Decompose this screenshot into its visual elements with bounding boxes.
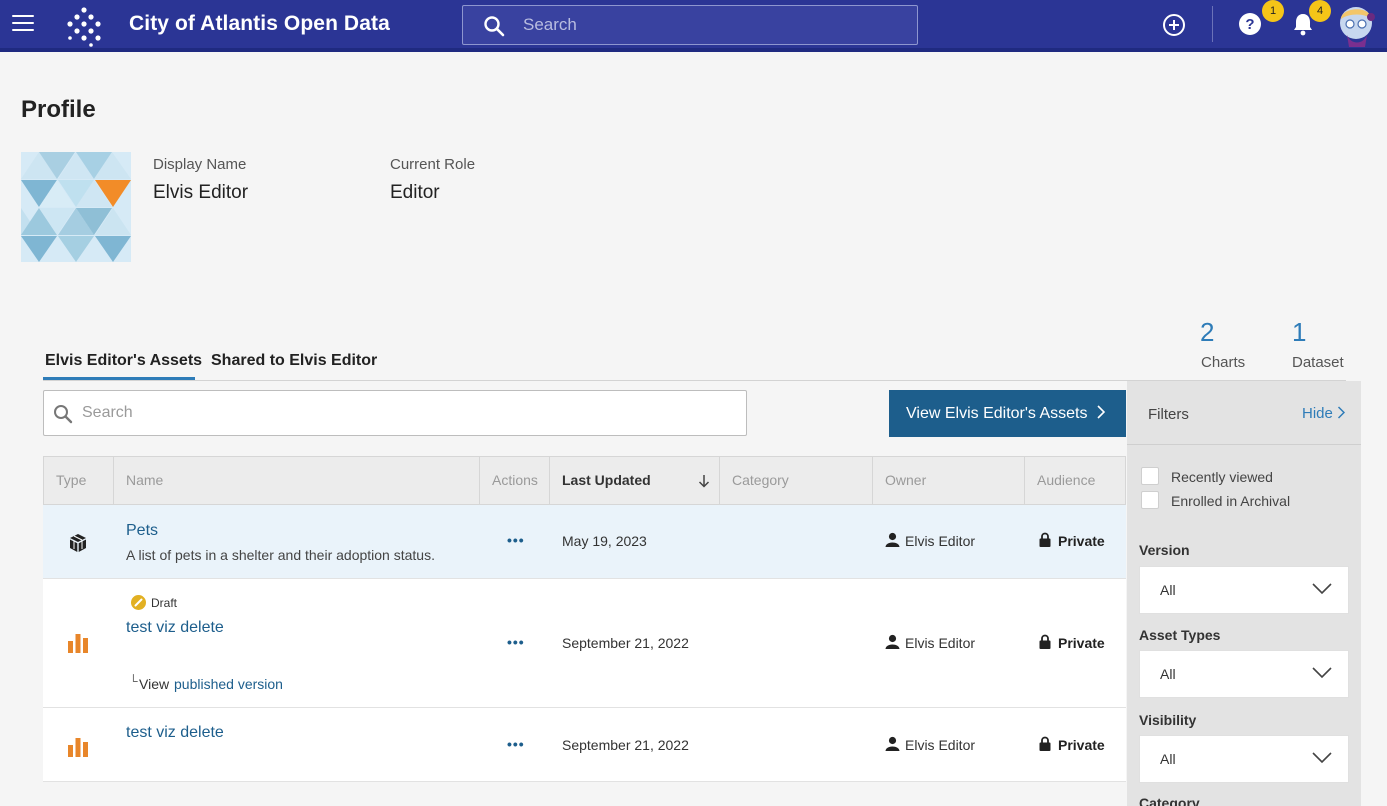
asset-description: A list of pets in a shelter and their ad…	[126, 547, 435, 563]
user-icon	[885, 634, 900, 649]
table-row[interactable]: Pets A list of pets in a shelter and the…	[43, 505, 1126, 579]
column-actions: Actions	[480, 457, 550, 504]
user-icon	[885, 736, 900, 751]
version-filter-label: Version	[1139, 542, 1190, 558]
published-version-view: View	[139, 676, 170, 692]
search-icon	[54, 405, 73, 424]
svg-text:?: ?	[1245, 16, 1254, 33]
asset-name-link[interactable]: test viz delete	[126, 724, 224, 742]
visibility-select-value: All	[1160, 751, 1176, 767]
notifications-badge: 4	[1309, 0, 1331, 22]
audience-label: Private	[1058, 737, 1105, 753]
chart-icon	[68, 738, 88, 757]
charts-count[interactable]: 2	[1200, 317, 1214, 348]
draft-icon	[131, 595, 146, 610]
app-title[interactable]: City of Atlantis Open Data	[129, 12, 390, 36]
last-updated: May 19, 2023	[562, 533, 647, 549]
asset-search-input[interactable]	[82, 391, 722, 435]
column-type: Type	[44, 457, 114, 504]
create-icon[interactable]	[1162, 13, 1186, 37]
visibility-filter-label: Visibility	[1139, 712, 1197, 728]
filters-header: Filters Hide	[1127, 381, 1361, 445]
help-icon[interactable]: ?	[1238, 12, 1262, 36]
user-avatar[interactable]	[1335, 1, 1377, 47]
audience-label: Private	[1058, 635, 1105, 651]
global-search[interactable]	[462, 5, 918, 45]
draft-label: Draft	[151, 596, 178, 610]
last-updated: September 21, 2022	[562, 635, 689, 651]
chevron-down-icon	[1312, 752, 1332, 764]
asset-search[interactable]	[43, 390, 747, 436]
help-badge: 1	[1262, 0, 1284, 22]
recently-viewed-label: Recently viewed	[1171, 469, 1273, 485]
global-search-input[interactable]	[523, 6, 903, 44]
view-assets-label: View Elvis Editor's Assets	[906, 404, 1088, 422]
asset-name-link[interactable]: test viz delete	[126, 619, 224, 637]
site-logo[interactable]	[62, 4, 106, 48]
lock-icon	[1039, 532, 1051, 547]
enrolled-archival-checkbox[interactable]	[1141, 491, 1159, 509]
profile-image	[21, 152, 131, 262]
active-tab-indicator	[43, 377, 195, 380]
version-select[interactable]: All	[1139, 566, 1349, 614]
chevron-down-icon	[1312, 667, 1332, 679]
page-title: Profile	[21, 96, 96, 123]
column-name[interactable]: Name	[114, 457, 480, 504]
chevron-down-icon	[1312, 583, 1332, 595]
user-icon	[885, 532, 900, 547]
top-navigation-bar: City of Atlantis Open Data ? 1 4	[0, 0, 1387, 52]
audience-label: Private	[1058, 533, 1105, 549]
hide-filters-label: Hide	[1302, 405, 1333, 422]
tab-shared-assets[interactable]: Shared to Elvis Editor	[211, 352, 377, 370]
published-version-prefix: └	[129, 674, 138, 688]
column-category[interactable]: Category	[720, 457, 873, 504]
last-updated: September 21, 2022	[562, 737, 689, 753]
version-select-value: All	[1160, 582, 1176, 598]
display-name-value: Elvis Editor	[153, 182, 249, 203]
recently-viewed-checkbox[interactable]	[1141, 467, 1159, 485]
display-name-label: Display Name	[153, 156, 247, 173]
current-role-label: Current Role	[390, 156, 476, 173]
current-role-value: Editor	[390, 182, 440, 203]
owner-name[interactable]: Elvis Editor	[905, 533, 975, 549]
table-row[interactable]: Draft test viz delete └ View published v…	[43, 579, 1126, 708]
column-owner[interactable]: Owner	[873, 457, 1025, 504]
column-last-updated[interactable]: Last Updated	[550, 457, 720, 504]
chart-icon	[68, 634, 88, 653]
category-filter-label: Category	[1139, 795, 1200, 806]
view-assets-button[interactable]: View Elvis Editor's Assets	[889, 390, 1126, 437]
datasets-label: Dataset	[1292, 354, 1344, 371]
charts-label: Charts	[1201, 354, 1246, 371]
owner-name[interactable]: Elvis Editor	[905, 635, 975, 651]
row-actions-menu[interactable]: •••	[507, 634, 525, 650]
toolbar-divider	[1212, 6, 1213, 42]
column-last-updated-label: Last Updated	[562, 472, 651, 488]
owner-name[interactable]: Elvis Editor	[905, 737, 975, 753]
search-icon	[484, 16, 505, 37]
chevron-right-icon	[1338, 406, 1346, 419]
lock-icon	[1039, 634, 1051, 649]
lock-icon	[1039, 736, 1051, 751]
enrolled-archival-label: Enrolled in Archival	[1171, 493, 1291, 509]
dataset-icon	[70, 534, 86, 552]
chevron-right-icon	[1097, 404, 1106, 419]
column-audience[interactable]: Audience	[1025, 457, 1127, 504]
hide-filters-button[interactable]: Hide	[1302, 405, 1346, 422]
asset-name-link[interactable]: Pets	[126, 522, 158, 540]
published-version-link[interactable]: published version	[174, 676, 283, 692]
datasets-count[interactable]: 1	[1292, 317, 1306, 348]
visibility-select[interactable]: All	[1139, 735, 1349, 783]
asset-types-filter-label: Asset Types	[1139, 627, 1221, 643]
arrow-down-icon[interactable]	[698, 474, 710, 488]
menu-icon[interactable]	[12, 15, 34, 33]
asset-types-select-value: All	[1160, 666, 1176, 682]
row-actions-menu[interactable]: •••	[507, 532, 525, 548]
table-row[interactable]: test viz delete ••• September 21, 2022 E…	[43, 708, 1126, 782]
row-actions-menu[interactable]: •••	[507, 736, 525, 752]
filters-title: Filters	[1148, 406, 1189, 423]
filters-panel: Filters Hide Recently viewed Enrolled in…	[1127, 381, 1361, 806]
asset-types-select[interactable]: All	[1139, 650, 1349, 698]
table-header: Type Name Actions Last Updated Category …	[43, 456, 1126, 505]
tab-my-assets[interactable]: Elvis Editor's Assets	[45, 352, 202, 370]
